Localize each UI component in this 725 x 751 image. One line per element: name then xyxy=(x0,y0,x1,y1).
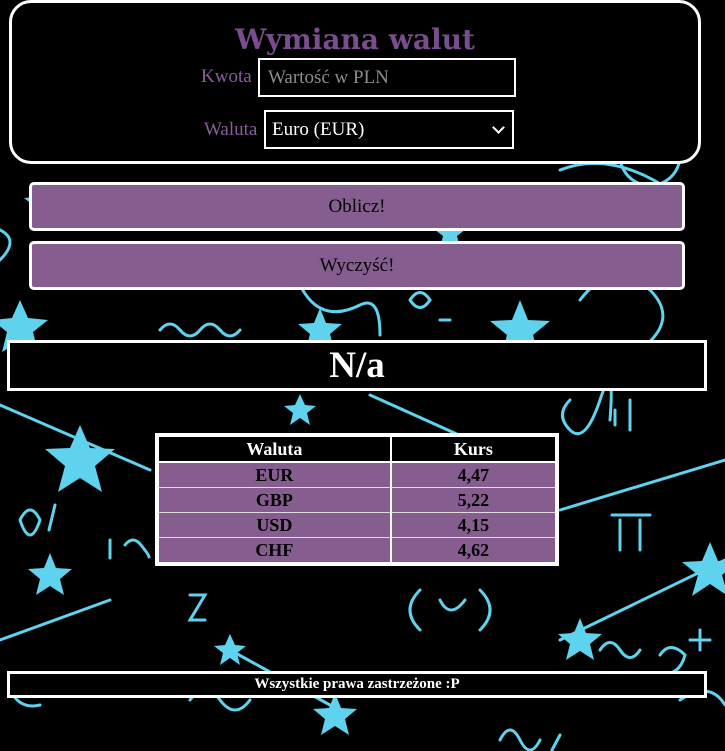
clear-button[interactable]: Wyczyść! xyxy=(29,241,685,290)
amount-label: Kwota xyxy=(201,66,252,87)
column-header-rate: Kurs xyxy=(390,435,557,463)
table-header-row: Waluta Kurs xyxy=(157,435,557,463)
amount-input[interactable] xyxy=(258,58,516,97)
rate-cell: 5,22 xyxy=(390,487,557,513)
rate-cell: 4,47 xyxy=(390,462,557,488)
table-row: GBP 5,22 xyxy=(157,487,557,513)
currency-form-panel: Wymiana walut Kwota Waluta Euro (EUR) xyxy=(9,0,701,164)
currency-cell: EUR xyxy=(157,462,392,488)
table-row: USD 4,15 xyxy=(157,512,557,538)
result-display: N/a xyxy=(7,340,707,391)
rate-cell: 4,15 xyxy=(390,512,557,538)
currency-cell: CHF xyxy=(157,537,392,565)
footer: Wszystkie prawa zastrzeżone :P xyxy=(7,671,707,698)
table-row: CHF 4,62 xyxy=(157,537,557,565)
currency-label: Waluta xyxy=(204,119,258,140)
exchange-rates-table: Waluta Kurs EUR 4,47 GBP 5,22 USD 4,15 C… xyxy=(155,433,559,566)
calculate-button[interactable]: Oblicz! xyxy=(29,182,685,231)
table-row: EUR 4,47 xyxy=(157,462,557,488)
column-header-currency: Waluta xyxy=(157,435,392,463)
chevron-down-icon xyxy=(492,121,505,134)
currency-select[interactable]: Euro (EUR) xyxy=(264,110,514,149)
currency-select-value: Euro (EUR) xyxy=(272,118,365,140)
currency-cell: GBP xyxy=(157,487,392,513)
rate-cell: 4,62 xyxy=(390,537,557,565)
currency-cell: USD xyxy=(157,512,392,538)
form-title: Wymiana walut xyxy=(235,23,475,56)
